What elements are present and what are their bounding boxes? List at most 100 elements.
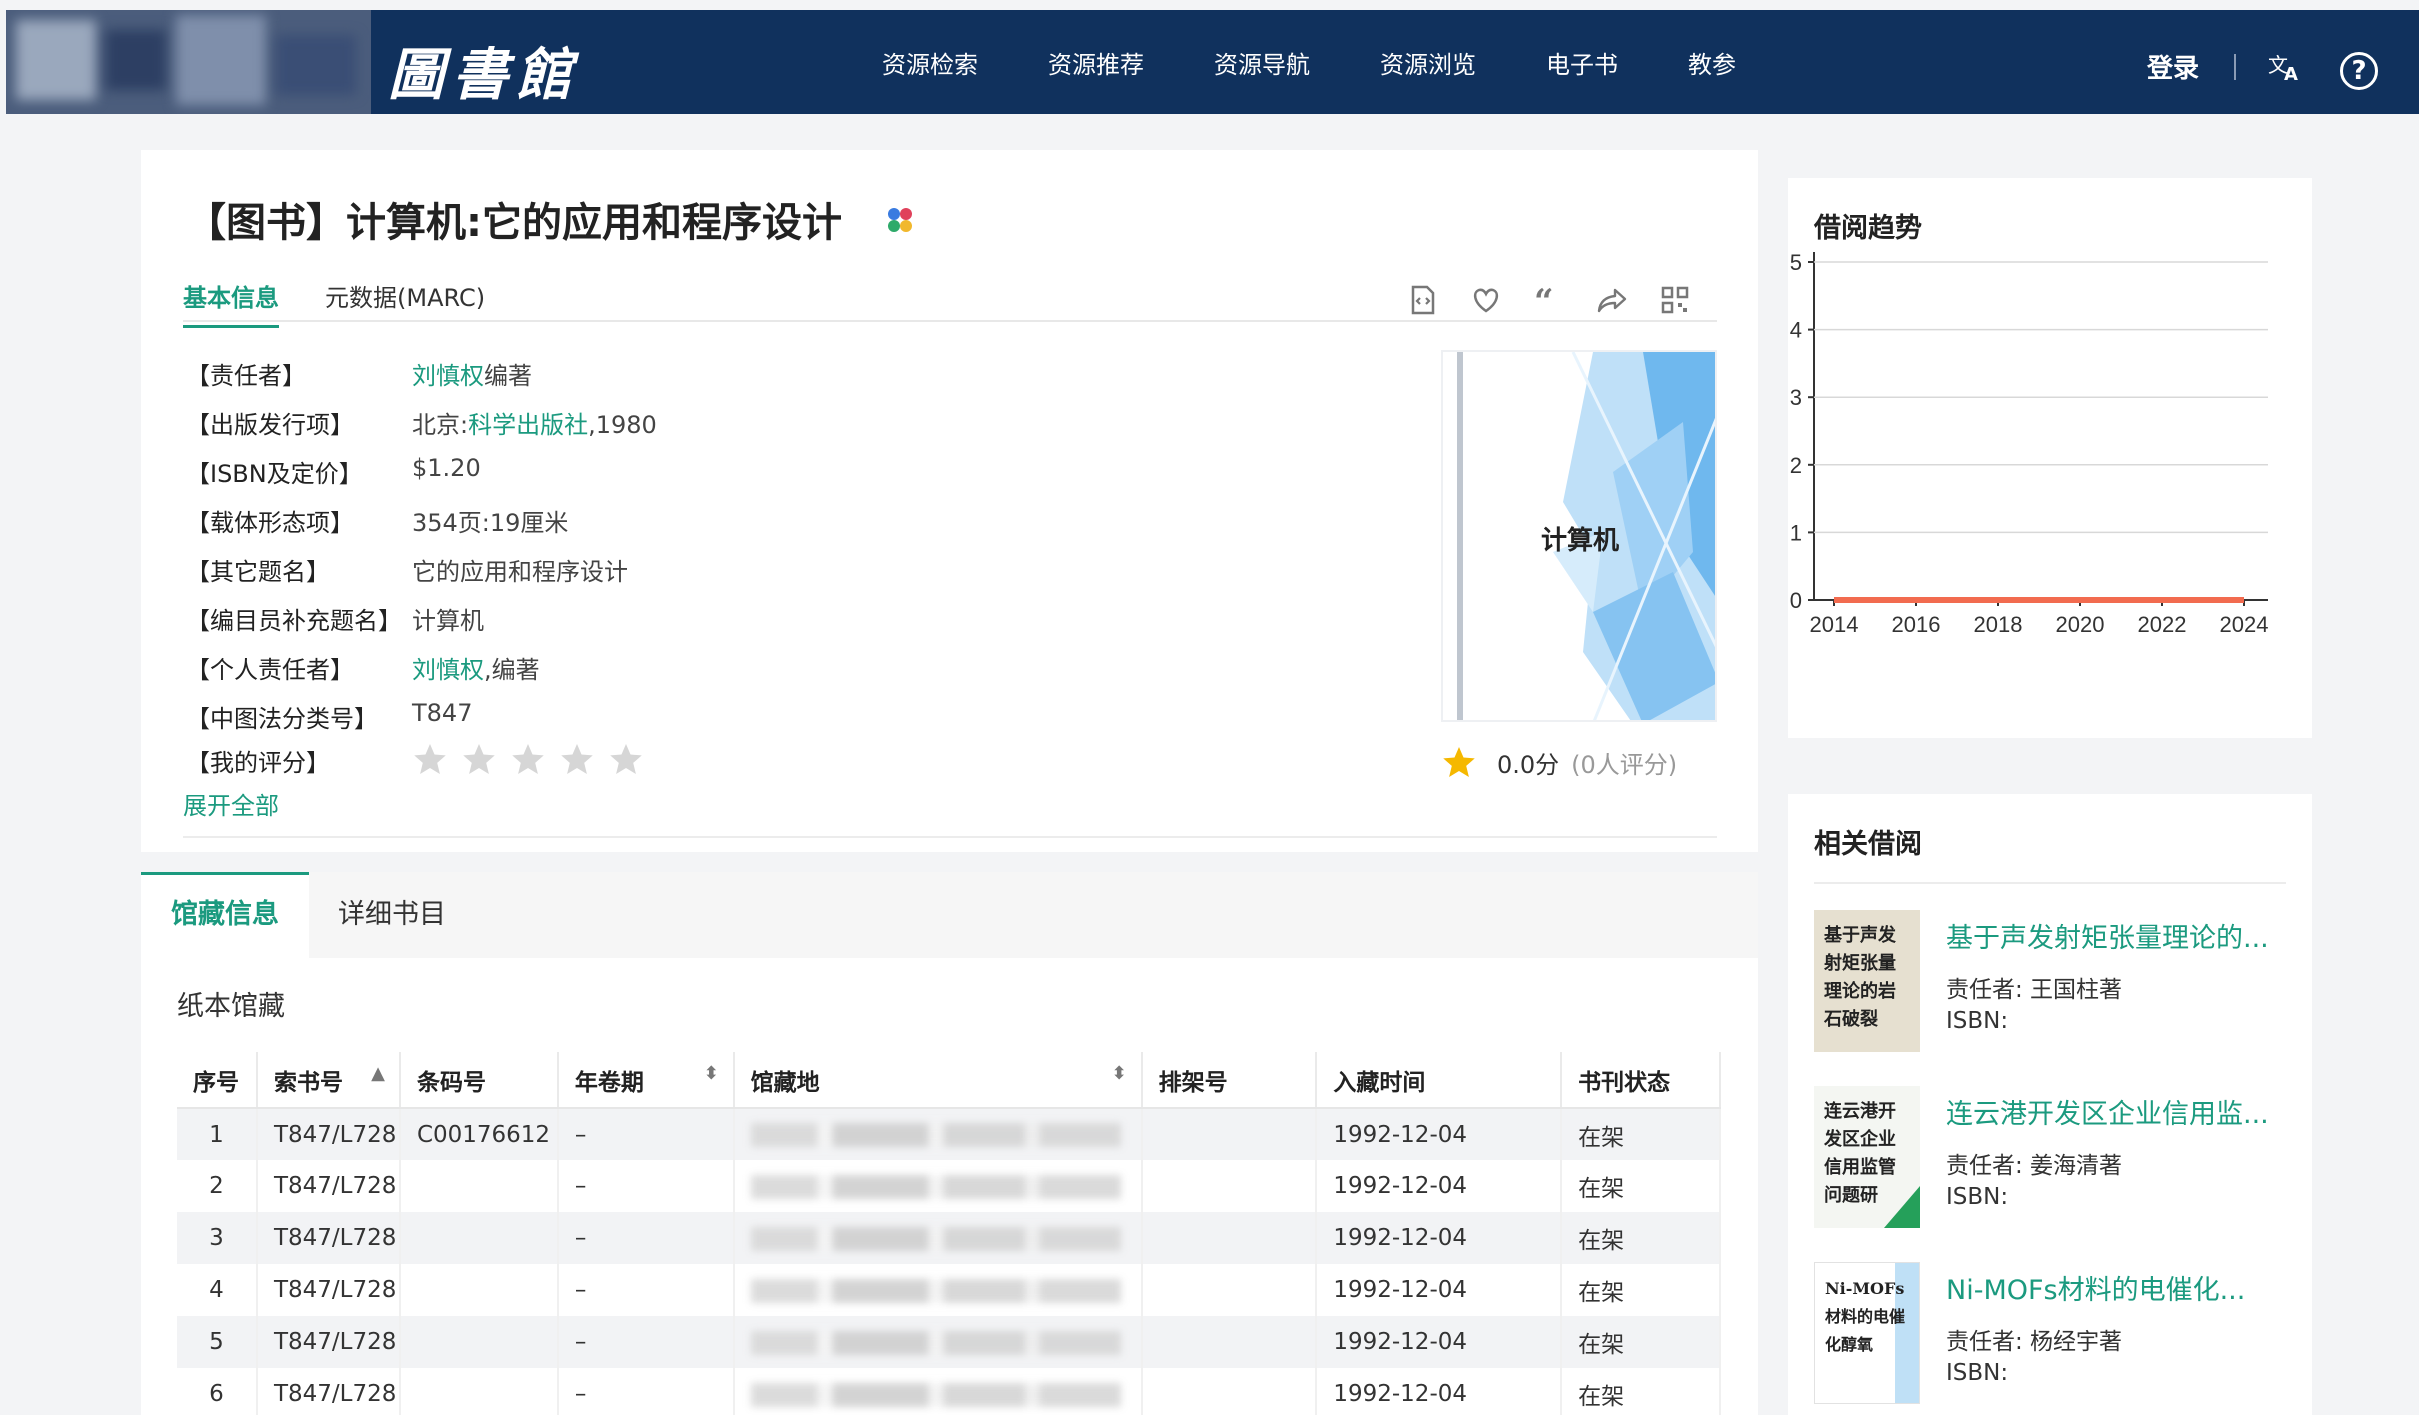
book-title: 【图书】计算机:它的应用和程序设计 bbox=[186, 200, 842, 246]
star-icon[interactable] bbox=[412, 741, 448, 777]
rating-stars bbox=[412, 741, 657, 777]
translate-icon[interactable]: 文A bbox=[2268, 50, 2304, 85]
star-icon[interactable] bbox=[608, 741, 644, 777]
favorite-heart-icon[interactable] bbox=[1466, 280, 1506, 320]
cell-barcode bbox=[399, 1212, 559, 1264]
col-header-barcode: 条码号 bbox=[399, 1052, 559, 1109]
related-thumbnail[interactable]: 连云港开发区企业信用监管问题研 bbox=[1814, 1086, 1920, 1228]
field-label: 【载体形态项】 bbox=[186, 509, 354, 537]
star-icon[interactable] bbox=[461, 741, 497, 777]
book-detail-card: 【图书】计算机:它的应用和程序设计 基本信息 元数据(MARC) “ 【责任者】… bbox=[141, 150, 1758, 852]
cell-status: 在架 bbox=[1561, 1212, 1721, 1264]
x-tick-label: 2014 bbox=[1810, 612, 1859, 637]
field-value: 北京: bbox=[412, 411, 469, 439]
related-thumbnail[interactable]: 基于声发射矩张量理论的岩石破裂 bbox=[1814, 910, 1920, 1052]
pinwheel-icon[interactable] bbox=[884, 204, 916, 236]
related-thumbnail[interactable]: Ni-MOFs材料的电催化醇氧 bbox=[1814, 1262, 1920, 1404]
col-header-volume[interactable]: 年卷期 ⬍ bbox=[557, 1052, 735, 1109]
cell-location bbox=[733, 1212, 1143, 1264]
col-header-status: 书刊状态 bbox=[1561, 1052, 1721, 1109]
x-tick-label: 2018 bbox=[1974, 612, 2023, 637]
holdings-tabs: 馆藏信息 详细书目 bbox=[141, 872, 1758, 958]
nav-resource-recommend[interactable]: 资源推荐 bbox=[1048, 45, 1144, 80]
divider bbox=[183, 836, 1717, 838]
cell-barcode: C00176612 bbox=[399, 1108, 559, 1160]
cell-no: 2 bbox=[177, 1160, 258, 1212]
table-row: 4 T847/L728 – 1992-12-04 在架 bbox=[177, 1264, 1721, 1316]
related-title: 相关借阅 bbox=[1814, 829, 1922, 860]
sort-icon[interactable]: ⬍ bbox=[704, 1063, 719, 1084]
rating-star-icon bbox=[1443, 747, 1475, 777]
x-tick-label: 2016 bbox=[1892, 612, 1941, 637]
related-item[interactable]: Ni-MOFs材料的电催化醇氧 Ni-MOFs材料的电催化... 责任者: 杨经… bbox=[1814, 1262, 2294, 1408]
col-header-call-number[interactable]: 索书号 ▲ bbox=[256, 1052, 401, 1109]
cell-no: 4 bbox=[177, 1264, 258, 1316]
blurred-logo bbox=[6, 10, 371, 114]
sort-icon[interactable]: ⬍ bbox=[1112, 1063, 1127, 1084]
nav-resource-browse[interactable]: 资源浏览 bbox=[1380, 45, 1476, 80]
col-header-no: 序号 bbox=[177, 1052, 258, 1109]
related-item-isbn: ISBN: bbox=[1946, 1008, 2009, 1034]
related-item-title[interactable]: Ni-MOFs材料的电催化... bbox=[1946, 1268, 2245, 1307]
login-link[interactable]: 登录 bbox=[2147, 48, 2199, 85]
tab-holdings-info[interactable]: 馆藏信息 bbox=[141, 872, 309, 958]
field-value: 它的应用和程序设计 bbox=[412, 558, 628, 586]
cover-title: 计算机 bbox=[1541, 526, 1620, 556]
cell-barcode bbox=[399, 1316, 559, 1368]
export-icon[interactable] bbox=[1403, 280, 1443, 320]
nav-resource-search[interactable]: 资源检索 bbox=[882, 45, 978, 80]
related-item-author: 责任者: 姜海清著 bbox=[1946, 1153, 2123, 1179]
cell-barcode bbox=[399, 1264, 559, 1316]
cell-no: 6 bbox=[177, 1368, 258, 1415]
publisher-link[interactable]: 科学出版社 bbox=[468, 411, 588, 439]
tab-basic-info[interactable]: 基本信息 bbox=[183, 278, 279, 328]
tab-detailed-catalog[interactable]: 详细书目 bbox=[308, 872, 476, 958]
nav-ebook[interactable]: 电子书 bbox=[1546, 45, 1618, 80]
related-item-title[interactable]: 基于声发射矩张量理论的... bbox=[1946, 916, 2269, 955]
field-label: 【ISBN及定价】 bbox=[186, 460, 363, 488]
tab-marc[interactable]: 元数据(MARC) bbox=[325, 278, 485, 325]
field-label: 【出版发行项】 bbox=[186, 411, 354, 439]
book-cover[interactable]: 计算机 bbox=[1441, 350, 1717, 722]
cell-date: 1992-12-04 bbox=[1316, 1212, 1563, 1264]
holdings-table: 序号 索书号 ▲ 条码号 年卷期 ⬍ 馆藏地 ⬍ 排架号 入藏时间 书刊状态 1 T84… bbox=[177, 1052, 1721, 1415]
library-logo-text[interactable]: 圖書館 bbox=[388, 30, 580, 111]
related-item-title[interactable]: 连云港开发区企业信用监... bbox=[1946, 1092, 2269, 1131]
field-label: 【其它题名】 bbox=[186, 558, 330, 586]
nav-reference[interactable]: 教参 bbox=[1688, 45, 1736, 80]
borrow-trend-card: 借阅趋势 0 1 2 3 4 5 2014 2016 2018 2020 2022 2024 bbox=[1788, 178, 2312, 738]
cell-date: 1992-12-04 bbox=[1316, 1264, 1563, 1316]
related-item[interactable]: 基于声发射矩张量理论的岩石破裂 基于声发射矩张量理论的... 责任者: 王国柱著… bbox=[1814, 910, 2294, 1056]
col-header-location[interactable]: 馆藏地 ⬍ bbox=[733, 1052, 1143, 1109]
author-link[interactable]: 刘慎权 bbox=[412, 656, 484, 684]
related-item-isbn: ISBN: bbox=[1946, 1184, 2009, 1210]
cell-location bbox=[733, 1316, 1143, 1368]
cell-date: 1992-12-04 bbox=[1316, 1368, 1563, 1415]
cell-shelf bbox=[1141, 1264, 1318, 1316]
cell-date: 1992-12-04 bbox=[1316, 1108, 1563, 1160]
cell-location bbox=[733, 1108, 1143, 1160]
blurred-location bbox=[750, 1226, 1121, 1251]
qrcode-icon[interactable] bbox=[1655, 280, 1695, 320]
star-icon[interactable] bbox=[559, 741, 595, 777]
help-icon[interactable]: ? bbox=[2340, 52, 2378, 90]
field-value: T847 bbox=[412, 699, 473, 727]
related-item[interactable]: 连云港开发区企业信用监管问题研 连云港开发区企业信用监... 责任者: 姜海清著… bbox=[1814, 1086, 2294, 1232]
table-row: 3 T847/L728 – 1992-12-04 在架 bbox=[177, 1212, 1721, 1264]
sort-icon[interactable]: ▲ bbox=[371, 1063, 385, 1084]
divider bbox=[1814, 882, 2286, 884]
nav-resource-navigation[interactable]: 资源导航 bbox=[1214, 45, 1310, 80]
cite-quote-icon[interactable]: “ bbox=[1529, 280, 1569, 320]
star-icon[interactable] bbox=[510, 741, 546, 777]
cell-barcode bbox=[399, 1368, 559, 1415]
blurred-location bbox=[750, 1330, 1121, 1355]
table-row: 5 T847/L728 – 1992-12-04 在架 bbox=[177, 1316, 1721, 1368]
x-tick-label: 2024 bbox=[2220, 612, 2269, 637]
cell-location bbox=[733, 1264, 1143, 1316]
blurred-location bbox=[750, 1174, 1121, 1199]
cell-volume: – bbox=[557, 1160, 735, 1212]
author-link[interactable]: 刘慎权 bbox=[412, 362, 484, 390]
expand-all-link[interactable]: 展开全部 bbox=[183, 786, 279, 821]
y-tick-label: 1 bbox=[1790, 520, 1802, 545]
share-icon[interactable] bbox=[1592, 280, 1632, 320]
